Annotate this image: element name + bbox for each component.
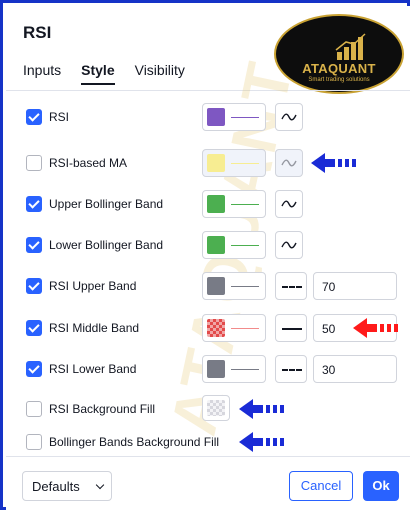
row-label: RSI Lower Band: [49, 362, 137, 376]
plot-line-icon: [281, 159, 297, 167]
row-label: RSI Middle Band: [49, 321, 140, 335]
row-label: RSI Background Fill: [49, 402, 156, 416]
defaults-dropdown[interactable]: Defaults: [22, 471, 112, 501]
color-picker-rsi-upper-band[interactable]: [202, 272, 266, 300]
plot-style-rsi-based-ma[interactable]: [275, 149, 303, 177]
row-rsi-upper-band: RSI Upper Band 70: [23, 272, 403, 300]
row-label: Lower Bollinger Band: [49, 238, 164, 252]
plot-style-upper-bollinger-band[interactable]: [275, 190, 303, 218]
dashed-line-icon: [282, 369, 302, 371]
color-swatch: [207, 108, 225, 126]
color-picker-lower-bollinger-band[interactable]: [202, 231, 266, 259]
tab-style[interactable]: Style: [81, 62, 116, 85]
row-rsi: RSI: [23, 103, 403, 131]
annotation-arrow-left-icon: [311, 153, 356, 173]
plot-style-rsi[interactable]: [275, 103, 303, 131]
color-swatch: [207, 195, 225, 213]
color-swatch: [207, 360, 225, 378]
annotation-arrow-left-icon: [353, 318, 398, 338]
value-input-rsi-upper-band[interactable]: 70: [313, 272, 397, 300]
color-picker-rsi-background-fill[interactable]: [202, 395, 230, 421]
row-rsi-lower-band: RSI Lower Band 30: [23, 355, 403, 383]
color-swatch: [207, 277, 225, 295]
bar-chart-icon: [335, 33, 366, 60]
color-picker-upper-bollinger-band[interactable]: [202, 190, 266, 218]
tab-bar: Inputs Style Visibility: [23, 62, 185, 85]
annotation-arrow-left-icon: [239, 432, 284, 452]
plot-line-icon: [281, 241, 297, 249]
line-style-rsi-upper-band[interactable]: [275, 272, 307, 300]
rsi-settings-dialog: RSI ATAQUANT Smart trading solutions Inp…: [6, 6, 410, 510]
color-swatch: [207, 154, 225, 172]
color-picker-rsi-lower-band[interactable]: [202, 355, 266, 383]
color-swatch: [207, 319, 225, 337]
line-style-rsi-middle-band[interactable]: [275, 314, 307, 342]
transparent-swatch: [207, 400, 225, 416]
plot-line-icon: [281, 200, 297, 208]
checkbox-upper-bollinger-band[interactable]: [26, 196, 42, 212]
checkbox-rsi-upper-band[interactable]: [26, 278, 42, 294]
row-lower-bollinger-band: Lower Bollinger Band: [23, 231, 403, 259]
line-style-rsi-lower-band[interactable]: [275, 355, 307, 383]
solid-line-icon: [282, 328, 302, 330]
footer-divider: [6, 456, 410, 457]
row-rsi-background-fill: RSI Background Fill: [23, 395, 403, 423]
row-label: RSI Upper Band: [49, 279, 137, 293]
tab-visibility[interactable]: Visibility: [135, 62, 185, 85]
row-label: RSI: [49, 110, 70, 124]
color-picker-rsi-based-ma[interactable]: [202, 149, 266, 177]
value-input-rsi-lower-band[interactable]: 30: [313, 355, 397, 383]
line-preview: [231, 204, 259, 205]
checkbox-rsi-based-ma[interactable]: [26, 155, 42, 171]
row-rsi-based-ma: RSI-based MA: [23, 149, 403, 177]
ok-button[interactable]: Ok: [363, 471, 399, 501]
checkbox-rsi[interactable]: [26, 109, 42, 125]
row-bollinger-bands-background-fill: Bollinger Bands Background Fill: [23, 428, 403, 456]
annotation-arrow-left-icon: [239, 399, 284, 419]
row-rsi-middle-band: RSI Middle Band 50: [23, 314, 403, 342]
line-preview: [231, 245, 259, 246]
checkbox-rsi-lower-band[interactable]: [26, 361, 42, 377]
row-label: Bollinger Bands Background Fill: [49, 435, 220, 449]
color-picker-rsi-middle-band[interactable]: [202, 314, 266, 342]
row-label: Upper Bollinger Band: [49, 197, 164, 211]
plot-line-icon: [281, 113, 297, 121]
line-preview: [231, 117, 259, 118]
checkbox-rsi-middle-band[interactable]: [26, 320, 42, 336]
line-preview: [231, 328, 259, 329]
row-label: RSI-based MA: [49, 156, 128, 170]
plot-style-lower-bollinger-band[interactable]: [275, 231, 303, 259]
line-preview: [231, 369, 259, 370]
checkbox-bollinger-bands-background-fill[interactable]: [26, 434, 42, 450]
checkbox-lower-bollinger-band[interactable]: [26, 237, 42, 253]
line-preview: [231, 286, 259, 287]
line-preview: [231, 163, 259, 164]
cancel-button[interactable]: Cancel: [289, 471, 353, 501]
row-upper-bollinger-band: Upper Bollinger Band: [23, 190, 403, 218]
chevron-down-icon: [95, 480, 105, 490]
checkbox-rsi-background-fill[interactable]: [26, 401, 42, 417]
defaults-label: Defaults: [32, 479, 80, 494]
tab-inputs[interactable]: Inputs: [23, 62, 61, 85]
dashed-line-icon: [282, 286, 302, 288]
color-picker-rsi[interactable]: [202, 103, 266, 131]
color-swatch: [207, 236, 225, 254]
dialog-title: RSI: [23, 23, 52, 42]
tab-divider: [6, 90, 410, 91]
screenshot-frame: RSI ATAQUANT Smart trading solutions Inp…: [0, 0, 410, 510]
